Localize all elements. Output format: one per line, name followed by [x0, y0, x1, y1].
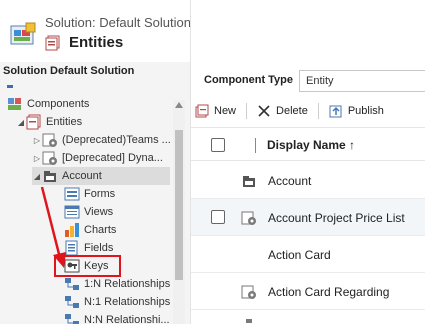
select-all-checkbox[interactable] — [211, 138, 225, 152]
tree-item-label: N:N Relationshi... — [84, 314, 170, 324]
page-title: Entities — [69, 34, 124, 51]
row-display-name: Action Card Regarding — [268, 285, 390, 299]
tree-item-label: Charts — [84, 224, 117, 236]
components-icon — [7, 96, 23, 112]
table-row[interactable]: Action Card — [191, 236, 425, 273]
account-entity-icon — [241, 173, 257, 189]
component-type-select[interactable]: Entity — [299, 70, 425, 92]
relationship-icon — [64, 312, 80, 324]
component-type-label: Component Type — [204, 74, 294, 86]
title-row: Entities — [45, 34, 123, 51]
tree-item-label: Fields — [84, 242, 114, 254]
table-row[interactable]: Action Card Regarding — [191, 273, 425, 310]
new-button[interactable]: New — [191, 100, 240, 122]
grid-header: Display Name ↑ — [191, 127, 425, 161]
row-display-name: Account Project Price List — [268, 211, 405, 225]
views-icon — [64, 204, 80, 220]
tree-item-deprecated-teams[interactable]: ▷ (Deprecated)Teams ... — [32, 131, 171, 149]
scrollbar-thumb[interactable] — [175, 130, 183, 280]
table-row[interactable]: Account Project Price List — [191, 199, 425, 236]
tree-collapse-marker[interactable] — [7, 85, 13, 88]
page-header: Solution: Default Solution Entities — [0, 0, 190, 62]
gear-entity-icon — [241, 284, 257, 300]
tree-item-label: 1:N Relationships — [84, 278, 171, 290]
scroll-up-icon[interactable] — [175, 102, 183, 108]
toolbar: New Delete Publish — [191, 100, 425, 122]
relationship-icon — [64, 294, 80, 310]
solution-subtitle: Solution: Default Solution — [45, 15, 190, 30]
tree-item-charts[interactable]: Charts — [64, 221, 116, 239]
tree-item-deprecated-dyna[interactable]: ▷ [Deprecated] Dyna... — [32, 149, 163, 167]
tree-item-label: Forms — [84, 188, 116, 200]
tree-item-label: (Deprecated)Teams ... — [62, 134, 171, 146]
tree-item-nn-relationships[interactable]: N:N Relationshi... — [64, 311, 170, 324]
new-label: New — [214, 105, 237, 117]
tree-item-label: N:1 Relationships — [84, 296, 171, 308]
tree-item-label: Views — [84, 206, 114, 218]
delete-label: Delete — [276, 105, 308, 117]
publish-button[interactable]: Publish — [325, 100, 388, 122]
solution-title: Solution Default Solution — [3, 65, 135, 77]
tree-item-1n-relationships[interactable]: 1:N Relationships — [64, 275, 170, 293]
gear-entity-icon — [42, 150, 58, 166]
row-display-name: Account — [268, 174, 312, 188]
fields-icon — [64, 240, 80, 256]
expanded-arrow-icon[interactable]: ◢ — [32, 172, 42, 181]
toolbar-divider — [246, 103, 248, 119]
publish-label: Publish — [347, 105, 384, 117]
keys-highlight-box — [54, 255, 121, 277]
publish-icon — [329, 104, 343, 118]
tree-item-label: [Deprecated] Dyna... — [62, 152, 163, 164]
collapsed-arrow-icon[interactable]: ▷ — [32, 154, 42, 163]
tree-item-components[interactable]: Components — [7, 95, 89, 113]
collapsed-arrow-icon[interactable]: ▷ — [32, 136, 42, 145]
solution-explorer-pane: Solution Default Solution Components ◢ E… — [0, 62, 190, 324]
solution-icon — [10, 22, 36, 45]
expanded-arrow-icon[interactable]: ◢ — [16, 118, 26, 127]
tree-item-label: Entities — [46, 116, 83, 128]
sidebar-scrollbar[interactable] — [173, 100, 185, 324]
table-row[interactable]: Account — [191, 162, 425, 199]
gear-entity-icon — [42, 132, 58, 148]
row-checkbox[interactable] — [211, 210, 225, 224]
tree-item-label: Account — [62, 170, 102, 182]
account-entity-icon — [42, 168, 58, 184]
delete-x-icon — [257, 104, 271, 118]
new-icon — [195, 104, 209, 118]
row-display-name: Action Card — [268, 248, 331, 262]
table-row-partial[interactable] — [191, 310, 425, 324]
main-content: Component Type Entity New Delete Publish… — [191, 62, 425, 324]
toolbar-divider — [317, 103, 319, 119]
entities-icon — [26, 114, 42, 130]
tree-item-label: Components — [27, 98, 90, 110]
column-separator — [255, 138, 256, 153]
entities-icon — [45, 35, 60, 50]
gear-entity-icon — [241, 210, 257, 226]
row-partial-icon — [246, 319, 252, 323]
display-name-column-header[interactable]: Display Name ↑ — [267, 138, 355, 152]
tree-item-views[interactable]: Views — [64, 203, 113, 221]
forms-icon — [64, 186, 80, 202]
delete-button[interactable]: Delete — [253, 100, 312, 122]
tree-item-forms[interactable]: Forms — [64, 185, 115, 203]
relationship-icon — [64, 276, 80, 292]
tree-item-entities[interactable]: ◢ Entities — [16, 113, 82, 131]
charts-icon — [64, 222, 80, 238]
tree-item-n1-relationships[interactable]: N:1 Relationships — [64, 293, 170, 311]
tree-item-account[interactable]: ◢ Account — [32, 167, 170, 185]
